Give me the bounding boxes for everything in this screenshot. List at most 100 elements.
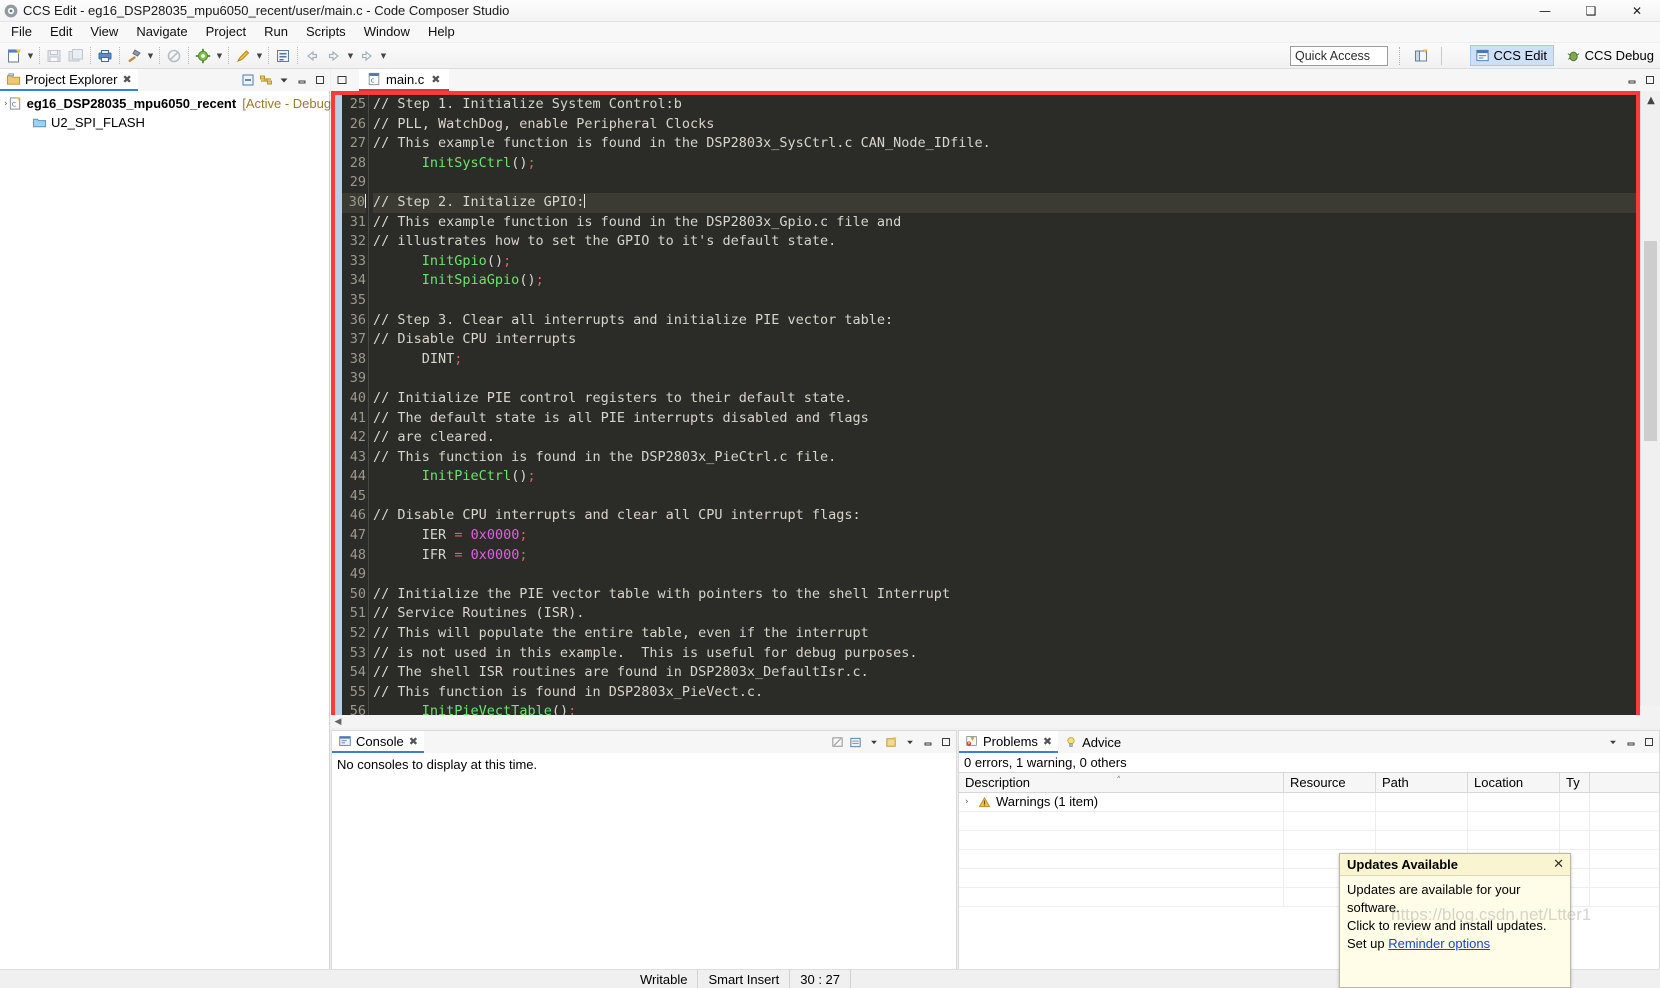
code-line[interactable]: // is not used in this example. This is …	[373, 644, 1636, 664]
close-icon[interactable]: ✖	[1043, 735, 1052, 748]
forward-dropdown-icon[interactable]: ▼	[378, 45, 389, 67]
perspective-tab-ccs-edit[interactable]: CCS Edit	[1469, 45, 1554, 66]
suspend-icon[interactable]	[163, 45, 185, 67]
code-line[interactable]: // Disable CPU interrupts and clear all …	[373, 506, 1636, 526]
code-line[interactable]	[373, 487, 1636, 507]
back-dropdown-icon[interactable]: ▼	[345, 45, 356, 67]
column-header-description[interactable]: Description ˄	[959, 773, 1284, 792]
code-line[interactable]: // PLL, WatchDog, enable Peripheral Cloc…	[373, 115, 1636, 135]
code-line[interactable]: // This function is found in the DSP2803…	[373, 448, 1636, 468]
code-line[interactable]: // This will populate the entire table, …	[373, 624, 1636, 644]
code-line[interactable]: IFR = 0x0000;	[373, 546, 1636, 566]
new-file-dropdown-icon[interactable]: ▼	[25, 45, 36, 67]
code-line[interactable]: InitPieCtrl();	[373, 467, 1636, 487]
maximize-icon[interactable]	[311, 72, 328, 89]
clear-console-icon[interactable]	[829, 734, 846, 751]
menu-project[interactable]: Project	[197, 22, 255, 42]
code-line[interactable]: // are cleared.	[373, 428, 1636, 448]
code-line[interactable]	[373, 565, 1636, 585]
tab-main-c[interactable]: c main.c ✖	[359, 69, 449, 91]
code-line[interactable]: // The shell ISR routines are found in D…	[373, 663, 1636, 683]
code-line[interactable]: // Step 2. Initalize GPIO:	[373, 192, 1636, 213]
console-body[interactable]: No consoles to display at this time.	[332, 753, 956, 988]
tab-project-explorer[interactable]: Project Explorer ✖	[0, 69, 138, 91]
code-line[interactable]	[373, 291, 1636, 311]
code-line[interactable]: DINT;	[373, 350, 1636, 370]
menu-navigate[interactable]: Navigate	[127, 22, 196, 42]
code-line[interactable]	[373, 173, 1636, 193]
close-icon[interactable]: ✕	[1553, 857, 1564, 872]
code-line[interactable]: // This example function is found in the…	[373, 134, 1636, 154]
maximize-icon[interactable]	[937, 734, 954, 751]
new-file-icon[interactable]	[3, 45, 25, 67]
save-all-icon[interactable]	[65, 45, 87, 67]
perspective-tab-ccs-debug[interactable]: CCS Debug	[1562, 45, 1660, 66]
tab-problems[interactable]: Problems ✖	[959, 731, 1059, 753]
editor-vscroll-thumb[interactable]	[1644, 241, 1657, 441]
open-perspective-button[interactable]	[1410, 46, 1432, 66]
build-dropdown-icon[interactable]: ▼	[145, 45, 156, 67]
code-line[interactable]: InitGpio();	[373, 252, 1636, 272]
code-editor[interactable]: 25 26 27 28 29 30 31 32 33 34 35 36 37 38 39 40 41 42 43 44…	[335, 95, 1636, 724]
minimize-icon[interactable]	[1622, 734, 1639, 751]
editor-horizontal-scrollbar[interactable]: ◀	[331, 715, 1640, 728]
code-line[interactable]: // Step 3. Clear all interrupts and init…	[373, 311, 1636, 331]
table-row[interactable]: › Warnings (1 item)	[959, 793, 1659, 812]
column-header-location[interactable]: Location	[1468, 773, 1560, 792]
menu-file[interactable]: File	[2, 22, 41, 42]
editor-vertical-scrollbar[interactable]: ▲	[1640, 91, 1660, 706]
menu-scripts[interactable]: Scripts	[297, 22, 355, 42]
code-line[interactable]: // This example function is found in the…	[373, 213, 1636, 233]
build-hammer-icon[interactable]	[123, 45, 145, 67]
debug-dropdown-icon[interactable]: ▼	[214, 45, 225, 67]
minimize-icon[interactable]	[293, 72, 310, 89]
scroll-left-icon[interactable]: ◀	[331, 717, 345, 727]
open-console-icon[interactable]	[883, 734, 900, 751]
code-line[interactable]: // This function is found in DSP2803x_Pi…	[373, 683, 1636, 703]
tree-row-project[interactable]: › C eg16_DSP28035_mpu6050_recent [Active…	[0, 94, 335, 113]
scroll-lock-icon[interactable]	[847, 734, 864, 751]
tree-row-folder[interactable]: U2_SPI_FLASH	[0, 113, 329, 132]
print-icon[interactable]	[94, 45, 116, 67]
console-menu-chevron-down-icon[interactable]	[865, 734, 882, 751]
back-arrow-icon[interactable]	[301, 45, 323, 67]
collapse-all-icon[interactable]	[239, 72, 256, 89]
open-console-chevron-down-icon[interactable]	[901, 734, 918, 751]
code-line[interactable]: // illustrates how to set the GPIO to it…	[373, 232, 1636, 252]
minimize-icon[interactable]	[1623, 72, 1640, 89]
editor-source-text[interactable]: // Step 1. Initialize System Control:b//…	[369, 95, 1636, 724]
next-arrow-icon[interactable]	[356, 45, 378, 67]
menu-run[interactable]: Run	[255, 22, 297, 42]
minimize-icon[interactable]	[919, 734, 936, 751]
close-icon[interactable]: ✖	[431, 73, 440, 86]
view-menu-icon[interactable]	[275, 72, 292, 89]
tab-advice[interactable]: Advice	[1058, 731, 1127, 753]
maximize-icon[interactable]	[1640, 734, 1657, 751]
code-line[interactable]: // Step 1. Initialize System Control:b	[373, 95, 1636, 115]
view-menu-icon[interactable]	[1604, 734, 1621, 751]
column-header-type[interactable]: Ty	[1560, 773, 1590, 792]
debug-gear-icon[interactable]	[192, 45, 214, 67]
maximize-icon[interactable]	[1641, 72, 1658, 89]
code-line[interactable]: // Initialize the PIE vector table with …	[373, 585, 1636, 605]
minimize-button[interactable]: —	[1522, 0, 1568, 22]
menu-help[interactable]: Help	[419, 22, 464, 42]
scroll-up-icon[interactable]: ▲	[1641, 91, 1660, 109]
close-button[interactable]: ✕	[1614, 0, 1660, 22]
forward-arrow-icon[interactable]	[323, 45, 345, 67]
quick-access-input[interactable]: Quick Access	[1290, 46, 1388, 66]
menu-edit[interactable]: Edit	[41, 22, 81, 42]
reminder-options-link[interactable]: Reminder options	[1388, 936, 1490, 951]
maximize-button[interactable]: ❑	[1568, 0, 1614, 22]
column-header-resource[interactable]: Resource	[1284, 773, 1376, 792]
code-line[interactable]: // Service Routines (ISR).	[373, 604, 1636, 624]
code-line[interactable]: // Disable CPU interrupts	[373, 330, 1636, 350]
code-line[interactable]: // Initialize PIE control registers to t…	[373, 389, 1636, 409]
close-icon[interactable]: ✖	[409, 735, 418, 748]
column-header-path[interactable]: Path	[1376, 773, 1468, 792]
menu-view[interactable]: View	[81, 22, 127, 42]
menu-window[interactable]: Window	[355, 22, 419, 42]
code-line[interactable]: // The default state is all PIE interrup…	[373, 409, 1636, 429]
cell-description[interactable]: › Warnings (1 item)	[959, 793, 1284, 811]
editor-marker-bar[interactable]	[335, 95, 342, 724]
